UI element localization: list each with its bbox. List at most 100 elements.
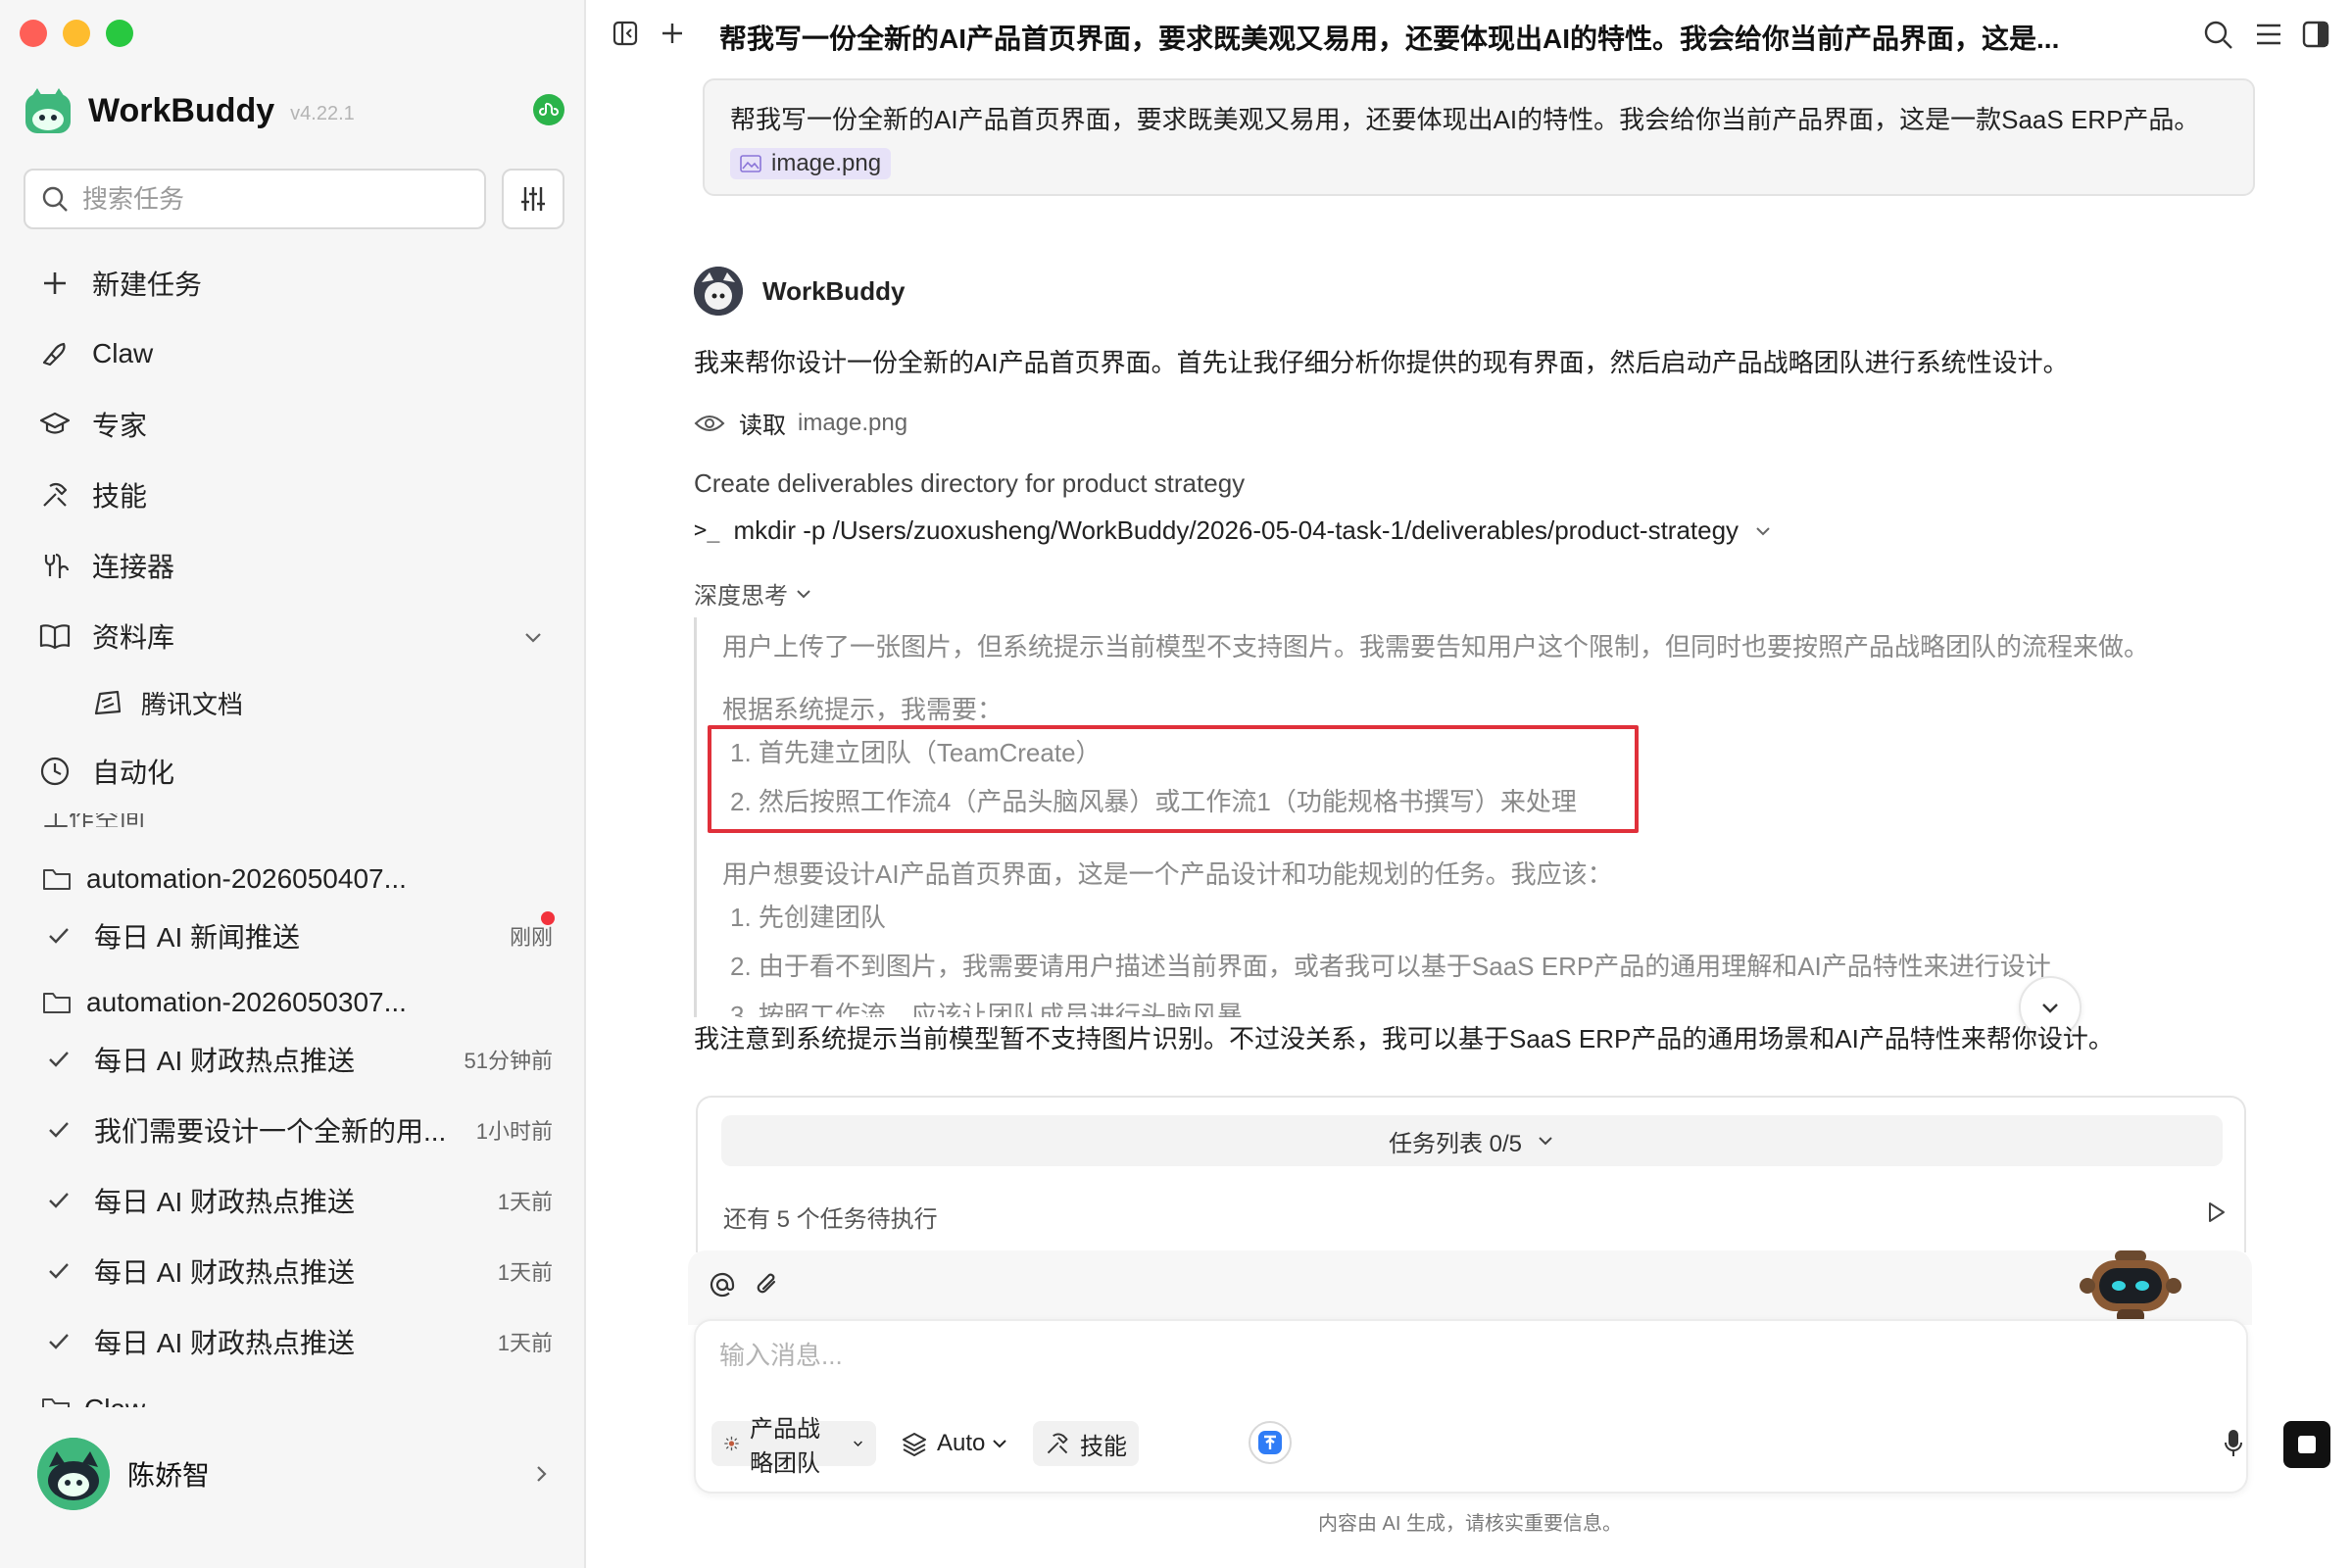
chevron-down-icon[interactable] — [519, 623, 547, 651]
chevron-down-icon — [797, 589, 810, 598]
nav-tencent-docs[interactable]: 腾讯文档 — [90, 678, 243, 727]
search-icon — [42, 186, 68, 212]
team-chip-label: 产品战略团队 — [749, 1416, 820, 1477]
tool-read-step[interactable]: 读取 image.png — [694, 406, 907, 440]
task-search-input[interactable] — [82, 183, 455, 215]
nav-skills[interactable]: 技能 — [37, 470, 147, 519]
check-icon — [49, 928, 69, 944]
attachment-chip[interactable]: image.png — [730, 148, 892, 179]
plus-icon — [44, 272, 66, 294]
maximize-window-button[interactable] — [106, 20, 133, 47]
command-step[interactable]: >_ mkdir -p /Users/zuoxusheng/WorkBuddy/… — [694, 515, 1774, 546]
stop-generation-button[interactable] — [2283, 1421, 2330, 1468]
step-description: Create deliverables directory for produc… — [694, 468, 1246, 498]
nav-automation[interactable]: 自动化 — [37, 747, 174, 796]
play-icon[interactable] — [2203, 1200, 2229, 1225]
agent-icon — [1258, 1431, 1282, 1454]
folder-label: automation-2026050307... — [86, 987, 407, 1017]
task-item[interactable]: 每日 AI 财政热点推送 1天前 — [43, 1319, 553, 1364]
thinking-line: 1. 先创建团队 — [730, 903, 886, 932]
claw-icon — [42, 342, 66, 367]
new-chat-icon[interactable] — [659, 20, 686, 47]
nav-label: 连接器 — [92, 552, 175, 582]
user-message-bubble: 帮我写一份全新的AI产品首页界面，要求既美观又易用，还要体现出AI的特性。我会给… — [703, 78, 2255, 196]
task-label: 每日 AI 财政热点推送 — [94, 1328, 356, 1358]
sidebar: WorkBuddy v4.22.1 新建任务 Claw 专家 技能 连接器 — [0, 0, 586, 1568]
task-label: 每日 AI 财政热点推送 — [94, 1187, 356, 1217]
layers-icon — [903, 1433, 926, 1456]
user-profile[interactable]: 陈娇智 — [37, 1437, 210, 1511]
search-icon[interactable] — [2203, 20, 2234, 51]
nav-new-task[interactable]: 新建任务 — [37, 259, 202, 308]
nav-label: 自动化 — [92, 758, 175, 788]
brand: WorkBuddy v4.22.1 — [24, 86, 355, 135]
chevron-right-icon[interactable] — [529, 1462, 553, 1486]
close-window-button[interactable] — [20, 20, 47, 47]
task-list-toggle[interactable]: 任务列表 0/5 — [721, 1115, 2223, 1166]
check-icon — [49, 1122, 69, 1138]
ai-disclaimer: 内容由 AI 生成，请核实重要信息。 — [1317, 1513, 1622, 1535]
bot-notice-text: 我注意到系统提示当前模型暂不支持图片识别。不过没关系，我可以基于SaaS ERP… — [694, 1024, 2114, 1054]
microphone-icon[interactable] — [2223, 1429, 2244, 1458]
thinking-line: 用户上传了一张图片，但系统提示当前模型不支持图片。我需要告知用户这个限制，但同时… — [722, 632, 2150, 662]
nav-experts[interactable]: 专家 — [37, 400, 147, 449]
task-label: 每日 AI 新闻推送 — [94, 922, 301, 953]
nav-library[interactable]: 资料库 — [37, 612, 174, 661]
bot-avatar — [694, 267, 743, 316]
user-message-text: 帮我写一份全新的AI产品首页界面，要求既美观又易用，还要体现出AI的特性。我会给… — [730, 105, 2200, 134]
skills-chip-label: 技能 — [1080, 1433, 1127, 1460]
task-item[interactable]: 每日 AI 财政热点推送 1天前 — [43, 1249, 553, 1294]
check-icon — [49, 1263, 69, 1279]
user-name: 陈娇智 — [127, 1460, 211, 1491]
task-list-card: 任务列表 0/5 还有 5 个任务待执行 — [696, 1096, 2246, 1252]
task-item[interactable]: 我们需要设计一个全新的用... 1小时前 — [43, 1107, 553, 1152]
stop-icon — [2298, 1436, 2316, 1453]
message-input[interactable] — [719, 1341, 2189, 1371]
thinking-line: 用户想要设计AI产品首页界面，这是一个产品设计和功能规划的任务。我应该： — [722, 859, 1613, 889]
bot-intro-text: 我来帮你设计一份全新的AI产品首页界面。首先让我仔细分析你提供的现有界面，然后启… — [694, 348, 2069, 377]
task-item[interactable]: 每日 AI 新闻推送 刚刚 — [43, 913, 553, 958]
nav-claw[interactable]: Claw — [37, 329, 153, 378]
attach-icon[interactable] — [753, 1270, 782, 1299]
toggle-right-panel-icon[interactable] — [2301, 20, 2330, 49]
team-icon — [724, 1436, 739, 1451]
connector-icon — [44, 553, 70, 578]
app-version: v4.22.1 — [290, 102, 355, 124]
thinking-line: 2. 由于看不到图片，我需要请用户描述当前界面，或者我可以基于SaaS ERP产… — [730, 952, 2051, 981]
message-composer: 产品战略团队 Auto 技能 — [694, 1319, 2330, 1494]
folder-icon — [42, 1398, 70, 1407]
task-time: 1天前 — [497, 1260, 553, 1285]
chevron-down-icon[interactable] — [1752, 520, 1774, 542]
chevron-down-icon — [1539, 1137, 1552, 1146]
mention-icon[interactable] — [708, 1270, 737, 1299]
task-item[interactable]: 每日 AI 财政热点推送 51分钟前 — [43, 1037, 553, 1082]
window-controls — [20, 20, 133, 47]
deep-thinking-toggle[interactable]: 深度思考 — [694, 576, 813, 611]
task-time: 1天前 — [497, 1190, 553, 1214]
task-search-box[interactable] — [24, 169, 486, 229]
thinking-line: 根据系统提示，我需要： — [722, 695, 1004, 724]
nav-connectors[interactable]: 连接器 — [37, 541, 174, 590]
thinking-line: 3. 按照工作流，应该让团队成员进行头脑风暴 — [730, 1001, 1243, 1017]
model-selector[interactable]: Auto — [890, 1421, 1020, 1466]
folder-item-claw[interactable]: Claw — [41, 1390, 145, 1407]
clock-icon — [40, 757, 70, 786]
team-selector[interactable]: 产品战略团队 — [711, 1416, 876, 1477]
minimize-window-button[interactable] — [63, 20, 90, 47]
check-icon — [49, 1193, 69, 1208]
menu-icon[interactable] — [2254, 20, 2283, 49]
toggle-sidebar-icon[interactable] — [612, 20, 639, 47]
annotation-highlight-box — [708, 725, 1639, 833]
folder-item[interactable]: automation-2026050407... — [41, 857, 407, 902]
task-item[interactable]: 每日 AI 财政热点推送 1天前 — [43, 1178, 553, 1223]
mini-program-icon[interactable] — [533, 94, 564, 125]
agent-toggle-button[interactable] — [1249, 1421, 1292, 1464]
chevron-down-icon — [2042, 1004, 2058, 1013]
filter-button[interactable] — [502, 169, 564, 229]
skills-button[interactable]: 技能 — [1033, 1421, 1139, 1466]
folder-item[interactable]: automation-2026050307... — [41, 980, 407, 1025]
command-text: mkdir -p /Users/zuoxusheng/WorkBuddy/202… — [733, 515, 1740, 545]
bot-header: WorkBuddy — [694, 267, 905, 316]
task-list-label: 任务列表 0/5 — [1388, 1130, 1523, 1157]
check-icon — [49, 1334, 69, 1349]
